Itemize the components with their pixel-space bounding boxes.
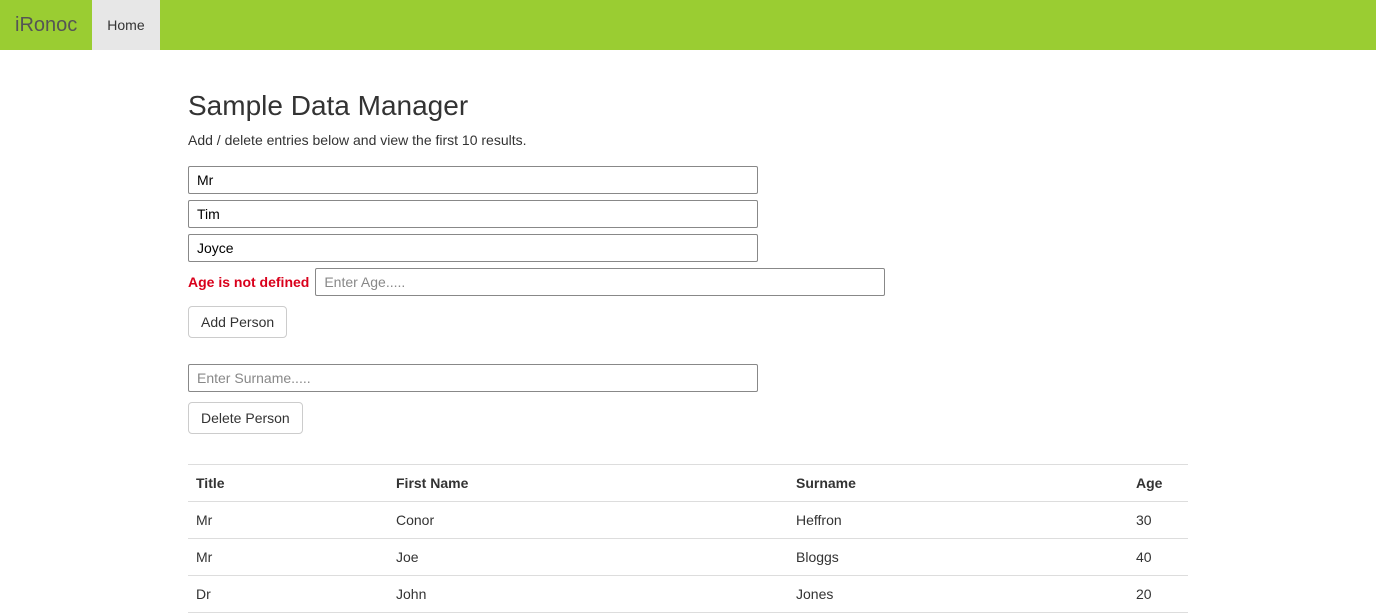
cell-surname: Heffron [788, 502, 1128, 539]
col-header-title: Title [188, 465, 388, 502]
cell-surname: Jones [788, 576, 1128, 613]
col-header-surname: Surname [788, 465, 1128, 502]
cell-title: Mr [188, 502, 388, 539]
cell-age: 20 [1128, 576, 1188, 613]
delete-surname-input[interactable] [188, 364, 758, 392]
delete-person-button[interactable]: Delete Person [188, 402, 303, 434]
nav-home[interactable]: Home [92, 0, 159, 50]
main-container: Sample Data Manager Add / delete entries… [188, 50, 1188, 613]
cell-title: Dr [188, 576, 388, 613]
age-input[interactable] [315, 268, 885, 296]
cell-title: Mr [188, 539, 388, 576]
cell-first_name: John [388, 576, 788, 613]
age-error-text: Age is not defined [188, 274, 309, 290]
col-header-age: Age [1128, 465, 1188, 502]
surname-input[interactable] [188, 234, 758, 262]
table-row: MrJoeBloggs40 [188, 539, 1188, 576]
cell-surname: Bloggs [788, 539, 1128, 576]
age-row: Age is not defined [188, 268, 1188, 296]
title-input[interactable] [188, 166, 758, 194]
cell-first_name: Joe [388, 539, 788, 576]
page-subtitle: Add / delete entries below and view the … [188, 132, 1188, 148]
col-header-firstname: First Name [388, 465, 788, 502]
table-header-row: Title First Name Surname Age [188, 465, 1188, 502]
cell-age: 40 [1128, 539, 1188, 576]
results-table: Title First Name Surname Age MrConorHeff… [188, 464, 1188, 613]
page-title: Sample Data Manager [188, 90, 1188, 122]
navbar: iRonoc Home [0, 0, 1376, 50]
firstname-input[interactable] [188, 200, 758, 228]
add-person-button[interactable]: Add Person [188, 306, 287, 338]
brand-link[interactable]: iRonoc [15, 0, 92, 50]
cell-first_name: Conor [388, 502, 788, 539]
cell-age: 30 [1128, 502, 1188, 539]
table-row: MrConorHeffron30 [188, 502, 1188, 539]
table-row: DrJohnJones20 [188, 576, 1188, 613]
delete-block: Delete Person [188, 364, 1188, 452]
